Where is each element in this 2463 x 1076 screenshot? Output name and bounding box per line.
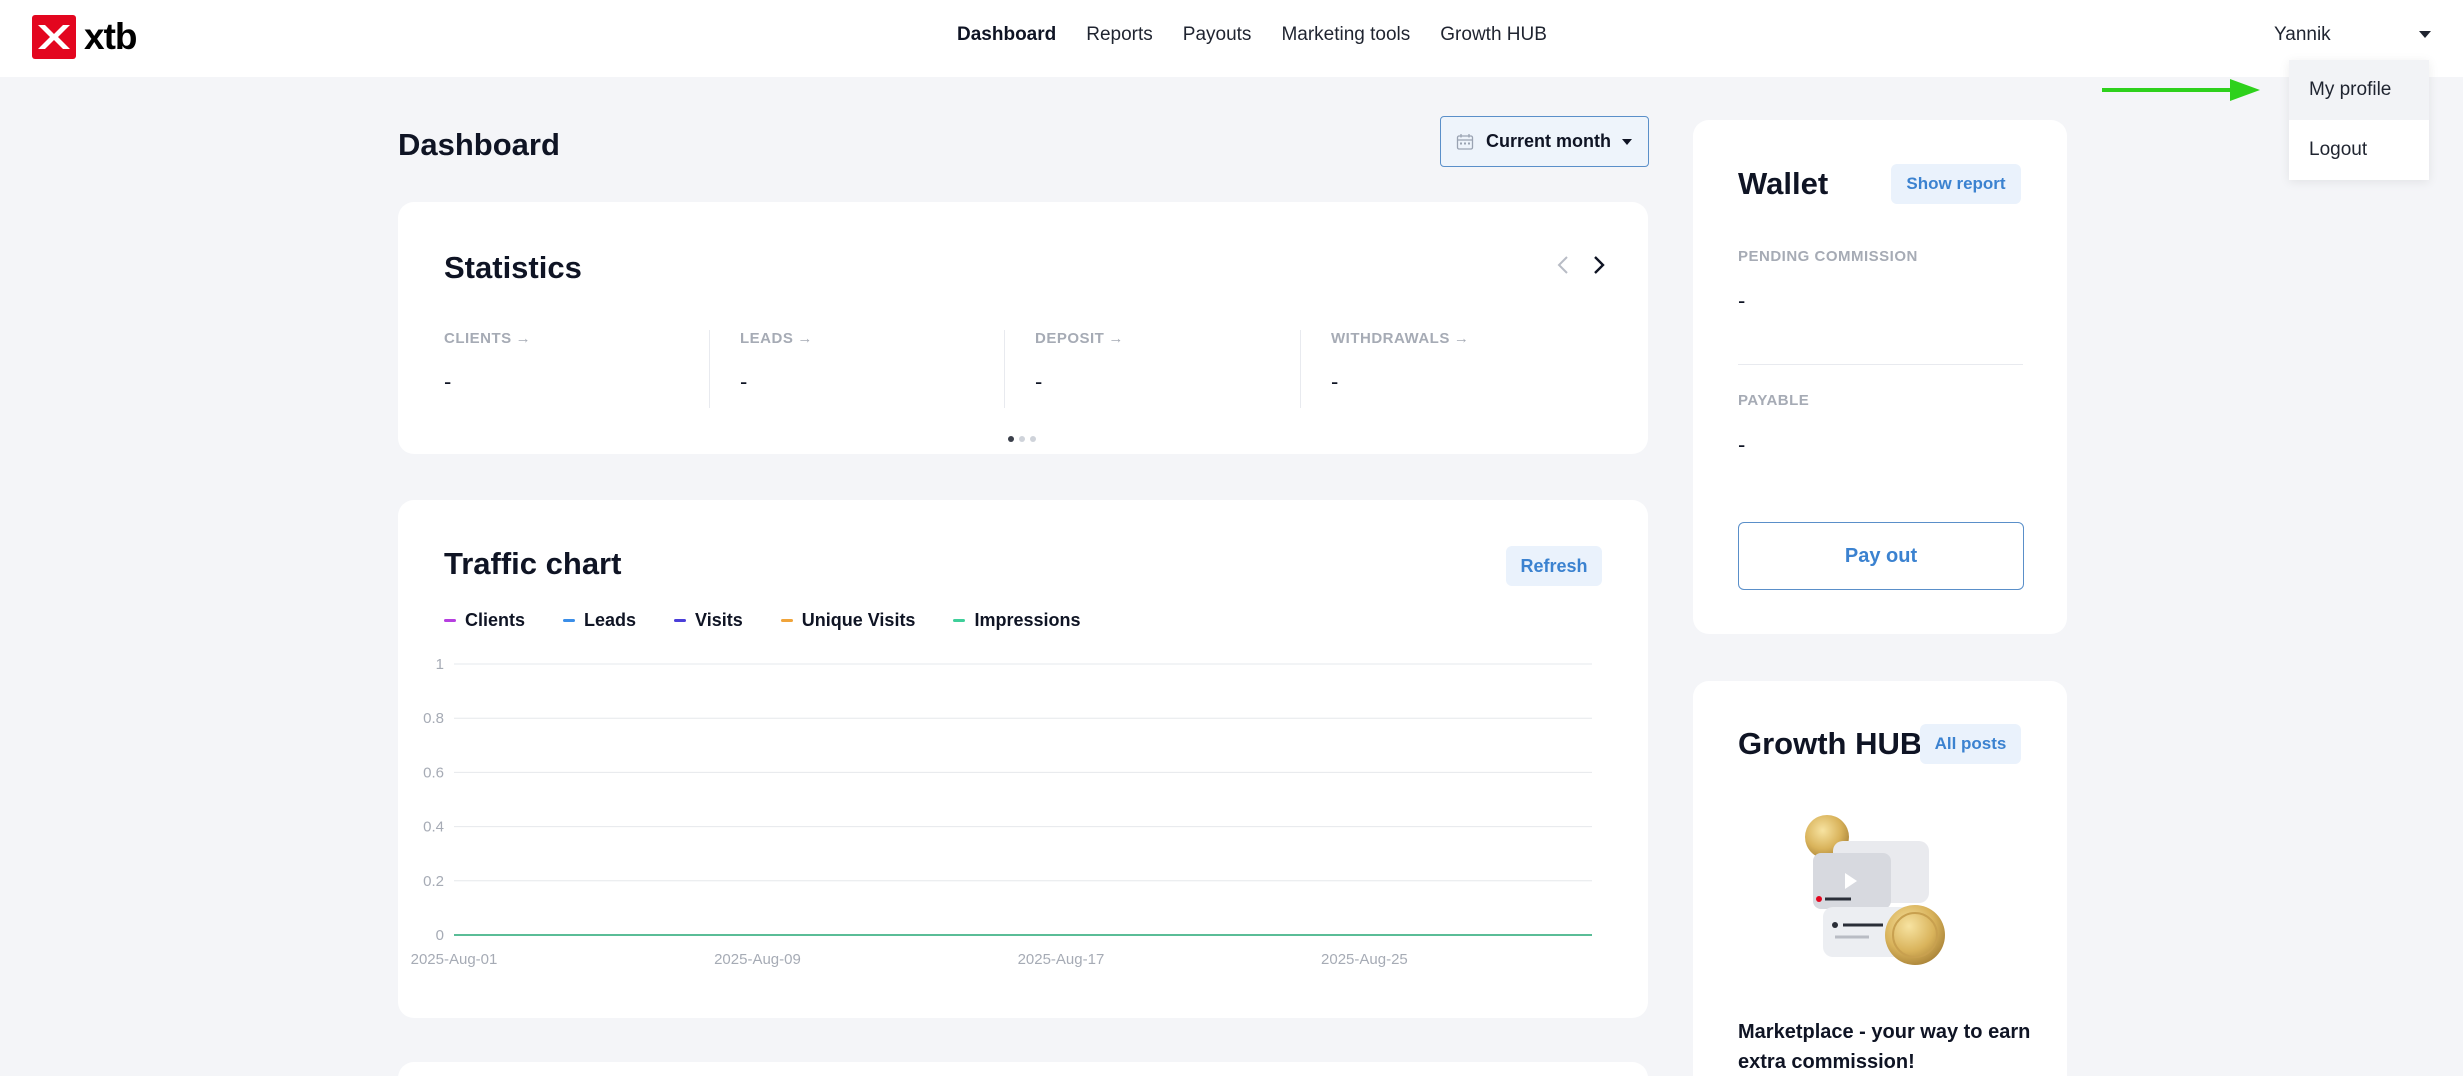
- nav-item-marketing-tools[interactable]: Marketing tools: [1281, 24, 1410, 46]
- growth-hub-post-title[interactable]: Marketplace - your way to earn extra com…: [1738, 1017, 2038, 1076]
- page-title: Dashboard: [398, 127, 560, 162]
- menu-item-logout[interactable]: Logout: [2289, 120, 2429, 180]
- legend-swatch: [563, 619, 576, 622]
- chevron-left-icon[interactable]: [1556, 254, 1570, 276]
- legend-item[interactable]: Visits: [674, 610, 743, 631]
- y-tick-label: 0: [436, 927, 444, 944]
- xtb-logo-text: xtb: [84, 16, 137, 57]
- legend-label: Visits: [695, 610, 743, 630]
- refresh-button[interactable]: Refresh: [1506, 546, 1602, 586]
- legend-swatch: [780, 619, 793, 622]
- show-report-button[interactable]: Show report: [1891, 164, 2021, 204]
- stat-deposit[interactable]: DEPOSIT → -: [1004, 330, 1299, 408]
- nav-item-payouts[interactable]: Payouts: [1183, 24, 1252, 46]
- pending-commission-value: -: [1738, 288, 1746, 313]
- user-menu-caret-icon[interactable]: [2419, 31, 2431, 38]
- calendar-icon: [1456, 133, 1474, 150]
- period-select[interactable]: Current month: [1440, 116, 1649, 167]
- user-dropdown-menu: My profile Logout: [2289, 60, 2429, 180]
- stat-leads-label: LEADS →: [740, 330, 1004, 347]
- stat-leads-value: -: [740, 369, 748, 394]
- arrow-right-icon: →: [1108, 330, 1124, 347]
- top-navigation-bar: xtb Dashboard Reports Payouts Marketing …: [0, 0, 2463, 77]
- statistics-page-dots: [1008, 436, 1036, 442]
- menu-item-my-profile[interactable]: My profile: [2289, 60, 2429, 120]
- y-tick-label: 0.6: [423, 764, 444, 781]
- stat-deposit-label: DEPOSIT →: [1035, 330, 1299, 347]
- legend-swatch: [953, 619, 966, 622]
- period-select-value: Current month: [1486, 131, 1611, 151]
- pending-commission-label: PENDING COMMISSION: [1738, 248, 1918, 265]
- wallet-title: Wallet: [1738, 166, 1829, 201]
- x-tick-label: 2025-Aug-25: [1321, 951, 1408, 968]
- legend-label: Clients: [465, 610, 526, 630]
- y-tick-label: 1: [436, 656, 444, 673]
- arrow-right-icon: →: [1453, 330, 1470, 347]
- arrow-right-icon: →: [797, 330, 813, 347]
- stat-leads-label-text: LEADS: [740, 330, 794, 347]
- y-tick-label: 0.8: [423, 710, 444, 727]
- stat-withdrawals-label: WITHDRAWALS →: [1331, 330, 1595, 347]
- user-menu-name[interactable]: Yannik: [2274, 24, 2331, 46]
- green-arrow-icon: [2102, 79, 2260, 101]
- stat-withdrawals-value: -: [1331, 369, 1339, 394]
- x-tick-label: 2025-Aug-01: [411, 951, 498, 968]
- x-tick-label: 2025-Aug-09: [714, 951, 801, 968]
- legend-label: Leads: [584, 610, 637, 630]
- y-tick-label: 0.4: [423, 819, 444, 836]
- legend-swatch: [444, 619, 456, 622]
- statistics-pager: [1556, 254, 1606, 276]
- chart-legend: Clients Leads Visits Unique Visits Impressio…: [444, 610, 1081, 631]
- xtb-logo[interactable]: xtb: [32, 15, 137, 59]
- stat-deposit-value: -: [1035, 369, 1043, 394]
- x-tick-label: 2025-Aug-17: [1018, 951, 1105, 968]
- pay-out-button[interactable]: Pay out: [1738, 522, 2024, 590]
- all-posts-button[interactable]: All posts: [1920, 724, 2021, 764]
- wallet-card: Wallet Show report PENDING COMMISSION - …: [1693, 120, 2067, 634]
- stat-leads[interactable]: LEADS → -: [709, 330, 1004, 408]
- stat-deposit-label-text: DEPOSIT: [1035, 330, 1105, 347]
- page-dot[interactable]: [1008, 436, 1014, 442]
- legend-label: Unique Visits: [801, 610, 916, 630]
- stat-clients-label-text: CLIENTS: [444, 330, 512, 347]
- main-nav: Dashboard Reports Payouts Marketing tool…: [957, 24, 1547, 46]
- next-card: [398, 1062, 1648, 1076]
- page-dot[interactable]: [1030, 436, 1036, 442]
- nav-item-reports[interactable]: Reports: [1086, 24, 1153, 46]
- y-tick-label: 0.2: [423, 873, 444, 890]
- payable-label: PAYABLE: [1738, 392, 1810, 409]
- growth-hub-title: Growth HUB: [1738, 726, 1923, 761]
- nav-item-growth-hub[interactable]: Growth HUB: [1440, 24, 1547, 46]
- legend-item[interactable]: Leads: [563, 610, 636, 631]
- arrow-right-icon: →: [515, 330, 532, 347]
- marketplace-illustration[interactable]: [1793, 811, 1963, 981]
- traffic-chart-title: Traffic chart: [444, 546, 622, 581]
- xtb-logo-mark: [32, 15, 76, 59]
- legend-item[interactable]: Unique Visits: [780, 610, 916, 631]
- statistics-title: Statistics: [444, 250, 582, 285]
- nav-item-dashboard[interactable]: Dashboard: [957, 24, 1056, 46]
- legend-label: Impressions: [974, 610, 1081, 630]
- chevron-right-icon[interactable]: [1592, 254, 1606, 276]
- legend-item[interactable]: Impressions: [953, 610, 1081, 631]
- page-dot[interactable]: [1019, 436, 1025, 442]
- stat-clients-value: -: [444, 369, 452, 394]
- growth-hub-card: Growth HUB All posts Marketplace - your …: [1693, 681, 2067, 1076]
- stat-withdrawals[interactable]: WITHDRAWALS → -: [1300, 330, 1595, 408]
- statistics-card: Statistics CLIENTS → - LEADS → - DEPOSIT → …: [398, 202, 1648, 454]
- stat-withdrawals-label-text: WITHDRAWALS: [1331, 330, 1450, 347]
- stat-clients-label: CLIENTS →: [444, 330, 739, 347]
- payable-value: -: [1738, 432, 1746, 457]
- legend-swatch: [674, 619, 687, 622]
- wallet-divider: [1738, 364, 2023, 365]
- chevron-down-icon: [1622, 139, 1632, 145]
- legend-item[interactable]: Clients: [444, 610, 525, 631]
- traffic-chart-card: 1 0.8 0.6 0.4 0.2 0 2025-Aug-01 2025-Aug-09 2025…: [398, 500, 1648, 1018]
- stat-clients[interactable]: CLIENTS → -: [444, 330, 739, 408]
